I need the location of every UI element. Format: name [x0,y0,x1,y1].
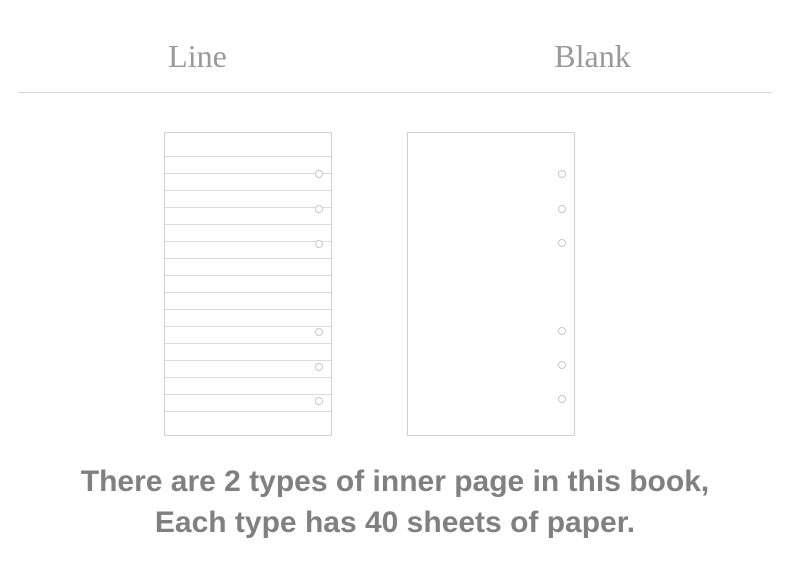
binder-hole-icon [315,397,323,405]
rule-line [165,207,331,208]
rule-line [165,190,331,191]
rule-line [165,156,331,157]
binder-hole-icon [315,328,323,336]
binder-hole-icon [315,363,323,371]
pages-row [0,132,790,438]
binder-hole-icon [558,239,566,247]
caption-line2: Each type has 40 sheets of paper. [0,503,790,544]
binder-hole-icon [315,240,323,248]
rule-line [165,326,331,327]
binder-hole-icon [315,170,323,178]
label-blank: Blank [395,38,790,75]
binder-hole-icon [558,170,566,178]
rule-line [165,394,331,395]
rule-line [165,377,331,378]
binder-hole-icon [558,327,566,335]
divider [18,92,772,93]
page-sample-blank [407,132,575,436]
rule-line [165,292,331,293]
caption-line1: There are 2 types of inner page in this … [0,462,790,503]
rule-line [165,360,331,361]
caption: There are 2 types of inner page in this … [0,462,790,543]
binder-hole-icon [315,205,323,213]
rule-line [165,411,331,412]
page-sample-lined [164,132,332,436]
rule-line [165,258,331,259]
rule-line [165,309,331,310]
label-line: Line [0,38,395,75]
binder-hole-icon [558,205,566,213]
rule-line [165,343,331,344]
rule-line [165,275,331,276]
rule-line [165,173,331,174]
binder-hole-icon [558,361,566,369]
binder-hole-icon [558,395,566,403]
rule-line [165,224,331,225]
rule-line [165,241,331,242]
